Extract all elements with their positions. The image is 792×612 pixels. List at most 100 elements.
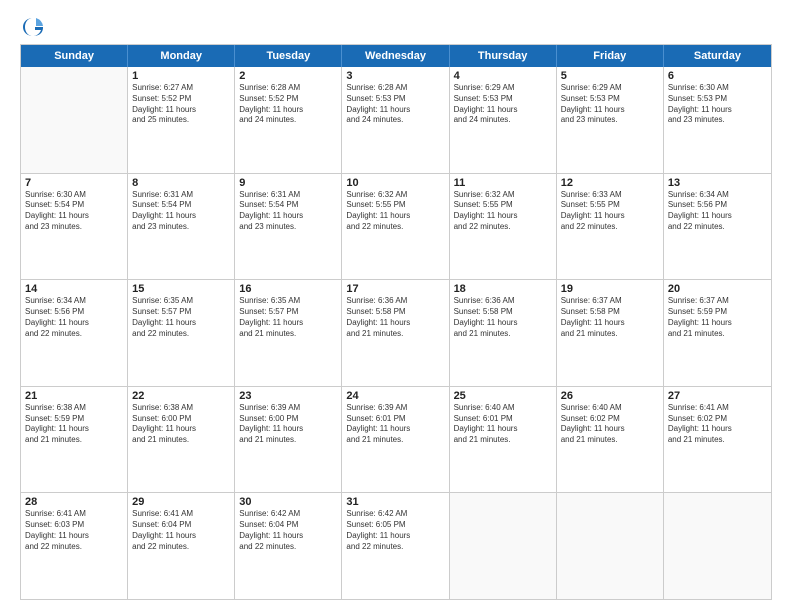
calendar-cell-1-6: 5Sunrise: 6:29 AM Sunset: 5:53 PM Daylig… [557, 67, 664, 173]
cell-info: Sunrise: 6:33 AM Sunset: 5:55 PM Dayligh… [561, 190, 659, 233]
calendar-row-2: 7Sunrise: 6:30 AM Sunset: 5:54 PM Daylig… [21, 174, 771, 281]
cell-info: Sunrise: 6:29 AM Sunset: 5:53 PM Dayligh… [561, 83, 659, 126]
cell-info: Sunrise: 6:30 AM Sunset: 5:54 PM Dayligh… [25, 190, 123, 233]
cell-info: Sunrise: 6:37 AM Sunset: 5:59 PM Dayligh… [668, 296, 767, 339]
day-number: 28 [25, 496, 123, 508]
cell-info: Sunrise: 6:35 AM Sunset: 5:57 PM Dayligh… [132, 296, 230, 339]
day-number: 24 [346, 390, 444, 402]
cell-info: Sunrise: 6:41 AM Sunset: 6:02 PM Dayligh… [668, 403, 767, 446]
calendar-cell-5-3: 30Sunrise: 6:42 AM Sunset: 6:04 PM Dayli… [235, 493, 342, 599]
day-number: 30 [239, 496, 337, 508]
cell-info: Sunrise: 6:36 AM Sunset: 5:58 PM Dayligh… [454, 296, 552, 339]
cell-info: Sunrise: 6:38 AM Sunset: 5:59 PM Dayligh… [25, 403, 123, 446]
calendar-cell-1-5: 4Sunrise: 6:29 AM Sunset: 5:53 PM Daylig… [450, 67, 557, 173]
cell-info: Sunrise: 6:32 AM Sunset: 5:55 PM Dayligh… [346, 190, 444, 233]
weekday-header-sunday: Sunday [21, 45, 128, 67]
calendar-cell-1-4: 3Sunrise: 6:28 AM Sunset: 5:53 PM Daylig… [342, 67, 449, 173]
day-number: 4 [454, 70, 552, 82]
cell-info: Sunrise: 6:29 AM Sunset: 5:53 PM Dayligh… [454, 83, 552, 126]
page: SundayMondayTuesdayWednesdayThursdayFrid… [0, 0, 792, 612]
day-number: 5 [561, 70, 659, 82]
calendar-cell-4-1: 21Sunrise: 6:38 AM Sunset: 5:59 PM Dayli… [21, 387, 128, 493]
day-number: 9 [239, 177, 337, 189]
day-number: 10 [346, 177, 444, 189]
calendar-cell-4-2: 22Sunrise: 6:38 AM Sunset: 6:00 PM Dayli… [128, 387, 235, 493]
cell-info: Sunrise: 6:41 AM Sunset: 6:04 PM Dayligh… [132, 509, 230, 552]
cell-info: Sunrise: 6:34 AM Sunset: 5:56 PM Dayligh… [668, 190, 767, 233]
weekday-header-thursday: Thursday [450, 45, 557, 67]
day-number: 15 [132, 283, 230, 295]
day-number: 23 [239, 390, 337, 402]
calendar-row-5: 28Sunrise: 6:41 AM Sunset: 6:03 PM Dayli… [21, 493, 771, 599]
calendar-cell-2-2: 8Sunrise: 6:31 AM Sunset: 5:54 PM Daylig… [128, 174, 235, 280]
calendar-cell-4-7: 27Sunrise: 6:41 AM Sunset: 6:02 PM Dayli… [664, 387, 771, 493]
cell-info: Sunrise: 6:41 AM Sunset: 6:03 PM Dayligh… [25, 509, 123, 552]
calendar-cell-2-3: 9Sunrise: 6:31 AM Sunset: 5:54 PM Daylig… [235, 174, 342, 280]
cell-info: Sunrise: 6:40 AM Sunset: 6:02 PM Dayligh… [561, 403, 659, 446]
weekday-header-tuesday: Tuesday [235, 45, 342, 67]
calendar-cell-4-6: 26Sunrise: 6:40 AM Sunset: 6:02 PM Dayli… [557, 387, 664, 493]
cell-info: Sunrise: 6:32 AM Sunset: 5:55 PM Dayligh… [454, 190, 552, 233]
day-number: 12 [561, 177, 659, 189]
day-number: 18 [454, 283, 552, 295]
day-number: 31 [346, 496, 444, 508]
calendar-row-1: 1Sunrise: 6:27 AM Sunset: 5:52 PM Daylig… [21, 67, 771, 174]
weekday-header-wednesday: Wednesday [342, 45, 449, 67]
day-number: 17 [346, 283, 444, 295]
day-number: 7 [25, 177, 123, 189]
day-number: 22 [132, 390, 230, 402]
calendar-cell-5-1: 28Sunrise: 6:41 AM Sunset: 6:03 PM Dayli… [21, 493, 128, 599]
calendar-cell-3-1: 14Sunrise: 6:34 AM Sunset: 5:56 PM Dayli… [21, 280, 128, 386]
calendar-cell-2-5: 11Sunrise: 6:32 AM Sunset: 5:55 PM Dayli… [450, 174, 557, 280]
calendar-cell-2-6: 12Sunrise: 6:33 AM Sunset: 5:55 PM Dayli… [557, 174, 664, 280]
cell-info: Sunrise: 6:28 AM Sunset: 5:53 PM Dayligh… [346, 83, 444, 126]
day-number: 11 [454, 177, 552, 189]
calendar-cell-5-6 [557, 493, 664, 599]
calendar-body: 1Sunrise: 6:27 AM Sunset: 5:52 PM Daylig… [21, 67, 771, 599]
calendar-cell-2-7: 13Sunrise: 6:34 AM Sunset: 5:56 PM Dayli… [664, 174, 771, 280]
weekday-header-friday: Friday [557, 45, 664, 67]
day-number: 19 [561, 283, 659, 295]
day-number: 25 [454, 390, 552, 402]
calendar-cell-1-1 [21, 67, 128, 173]
cell-info: Sunrise: 6:37 AM Sunset: 5:58 PM Dayligh… [561, 296, 659, 339]
header [20, 16, 772, 34]
cell-info: Sunrise: 6:35 AM Sunset: 5:57 PM Dayligh… [239, 296, 337, 339]
cell-info: Sunrise: 6:38 AM Sunset: 6:00 PM Dayligh… [132, 403, 230, 446]
day-number: 26 [561, 390, 659, 402]
calendar-row-3: 14Sunrise: 6:34 AM Sunset: 5:56 PM Dayli… [21, 280, 771, 387]
calendar-cell-2-4: 10Sunrise: 6:32 AM Sunset: 5:55 PM Dayli… [342, 174, 449, 280]
calendar-cell-5-2: 29Sunrise: 6:41 AM Sunset: 6:04 PM Dayli… [128, 493, 235, 599]
day-number: 29 [132, 496, 230, 508]
day-number: 16 [239, 283, 337, 295]
calendar-cell-3-4: 17Sunrise: 6:36 AM Sunset: 5:58 PM Dayli… [342, 280, 449, 386]
day-number: 8 [132, 177, 230, 189]
day-number: 14 [25, 283, 123, 295]
calendar-cell-3-7: 20Sunrise: 6:37 AM Sunset: 5:59 PM Dayli… [664, 280, 771, 386]
weekday-header-monday: Monday [128, 45, 235, 67]
day-number: 20 [668, 283, 767, 295]
cell-info: Sunrise: 6:36 AM Sunset: 5:58 PM Dayligh… [346, 296, 444, 339]
calendar-cell-3-3: 16Sunrise: 6:35 AM Sunset: 5:57 PM Dayli… [235, 280, 342, 386]
cell-info: Sunrise: 6:42 AM Sunset: 6:05 PM Dayligh… [346, 509, 444, 552]
cell-info: Sunrise: 6:34 AM Sunset: 5:56 PM Dayligh… [25, 296, 123, 339]
day-number: 1 [132, 70, 230, 82]
cell-info: Sunrise: 6:31 AM Sunset: 5:54 PM Dayligh… [132, 190, 230, 233]
calendar-cell-4-5: 25Sunrise: 6:40 AM Sunset: 6:01 PM Dayli… [450, 387, 557, 493]
calendar-cell-1-7: 6Sunrise: 6:30 AM Sunset: 5:53 PM Daylig… [664, 67, 771, 173]
calendar-header: SundayMondayTuesdayWednesdayThursdayFrid… [21, 45, 771, 67]
calendar-cell-1-2: 1Sunrise: 6:27 AM Sunset: 5:52 PM Daylig… [128, 67, 235, 173]
day-number: 21 [25, 390, 123, 402]
logo [20, 16, 44, 34]
calendar-cell-4-3: 23Sunrise: 6:39 AM Sunset: 6:00 PM Dayli… [235, 387, 342, 493]
calendar-cell-3-6: 19Sunrise: 6:37 AM Sunset: 5:58 PM Dayli… [557, 280, 664, 386]
cell-info: Sunrise: 6:31 AM Sunset: 5:54 PM Dayligh… [239, 190, 337, 233]
weekday-header-saturday: Saturday [664, 45, 771, 67]
calendar: SundayMondayTuesdayWednesdayThursdayFrid… [20, 44, 772, 600]
calendar-cell-3-5: 18Sunrise: 6:36 AM Sunset: 5:58 PM Dayli… [450, 280, 557, 386]
cell-info: Sunrise: 6:28 AM Sunset: 5:52 PM Dayligh… [239, 83, 337, 126]
logo-icon [22, 16, 44, 38]
cell-info: Sunrise: 6:27 AM Sunset: 5:52 PM Dayligh… [132, 83, 230, 126]
cell-info: Sunrise: 6:39 AM Sunset: 6:01 PM Dayligh… [346, 403, 444, 446]
calendar-cell-4-4: 24Sunrise: 6:39 AM Sunset: 6:01 PM Dayli… [342, 387, 449, 493]
